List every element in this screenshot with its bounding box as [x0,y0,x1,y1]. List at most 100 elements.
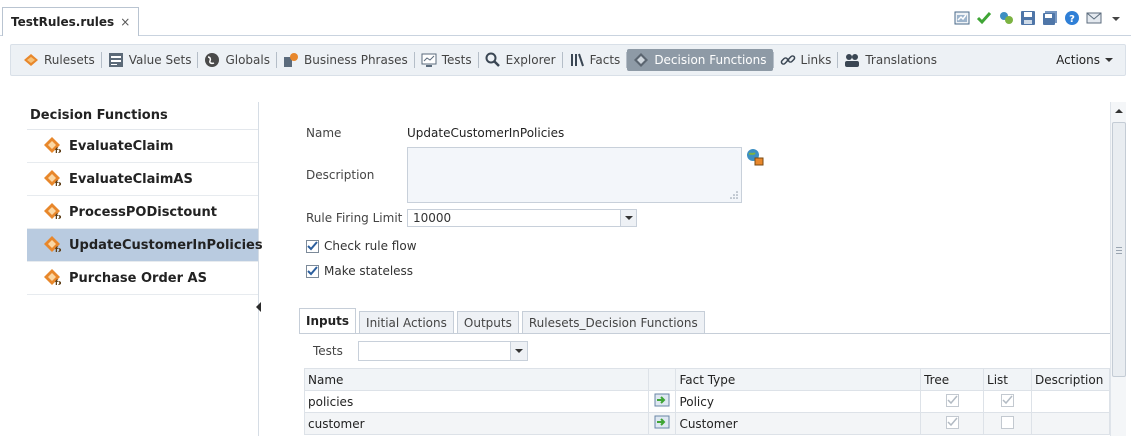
svg-text:fx: fx [55,213,61,220]
list-item[interactable]: fx EvaluateClaimAS [27,163,258,196]
table-row[interactable]: customer Customer [303,412,1111,435]
nav-globals[interactable]: Globals [198,49,276,71]
document-tab[interactable]: TestRules.rules × [2,7,140,36]
cell-action[interactable] [648,390,677,413]
help-icon[interactable]: ? [1063,9,1081,27]
svg-text:fx: fx [55,147,61,154]
decision-function-icon: fx [43,136,63,157]
resize-grip-icon[interactable] [730,191,738,199]
cell-tree [920,390,985,413]
svg-text:fx: fx [55,246,61,253]
users-settings-icon[interactable] [997,9,1015,27]
list-checkbox [1000,394,1014,407]
nav-value-sets[interactable]: Value Sets [102,49,198,71]
translations-icon [844,52,860,68]
collapse-panel-icon[interactable] [255,300,261,314]
column-header-action [648,368,677,391]
name-value[interactable]: UpdateCustomerInPolicies [407,126,564,140]
nav-decision-functions-label: Decision Functions [654,53,767,67]
thumb-grip [1116,253,1122,254]
nav-business-phrases-label: Business Phrases [303,53,408,67]
cell-name[interactable]: customer [303,412,650,435]
nav-translations[interactable]: Translations [838,49,943,71]
tree-checkbox [945,416,959,429]
chevron-down-icon [624,216,633,220]
tests-select[interactable] [357,341,528,361]
nav-decision-functions[interactable]: Decision Functions [627,49,773,71]
tests-row: Tests [313,341,528,361]
nav-value-sets-label: Value Sets [128,53,192,67]
document-tab-strip: TestRules.rules × ? [0,0,1131,36]
link-icon [780,52,796,68]
cell-fact-type[interactable]: Customer [675,412,922,435]
nav-rulesets[interactable]: Rulesets [17,49,101,71]
actions-menu[interactable]: Actions [1056,53,1113,67]
nav-links[interactable]: Links [774,49,838,71]
column-header-tree[interactable]: Tree [920,368,985,391]
description-field[interactable] [407,147,742,203]
check-rule-flow-checkbox[interactable]: Check rule flow [306,239,417,253]
chevron-down-icon[interactable] [1107,9,1125,27]
make-stateless-checkbox[interactable]: Make stateless [306,264,413,278]
close-tab-icon[interactable]: × [120,15,130,29]
translate-icon[interactable] [746,148,764,166]
subtab-divider [299,333,1110,334]
name-label: Name [306,126,342,140]
cell-description[interactable] [1030,412,1111,435]
nav-business-phrases[interactable]: Business Phrases [277,49,414,71]
validate-report-icon[interactable] [953,9,971,27]
cell-action[interactable] [648,412,677,435]
nav-globals-label: Globals [225,53,270,67]
firing-limit-select[interactable]: 10000 [407,209,637,227]
checkbox[interactable] [306,264,319,278]
dropdown-button[interactable] [620,210,636,226]
tab-outputs[interactable]: Outputs [456,311,519,333]
chevron-down-icon [514,349,523,353]
svg-text:?: ? [1069,14,1075,25]
fact-type-picker-icon[interactable] [654,415,670,429]
decision-function-icon: fx [43,235,63,256]
list-item-label: EvaluateClaim [69,138,174,154]
nav-facts-label: Facts [589,53,621,67]
vertical-scrollbar[interactable] [1110,102,1126,436]
decision-function-icon: fx [43,202,63,223]
cell-description[interactable] [1030,390,1111,413]
nav-tests[interactable]: Tests [415,49,478,71]
column-header-description[interactable]: Description [1030,368,1111,391]
dropdown-button[interactable] [509,342,527,360]
rules-navigation-bar: Rulesets Value Sets Globals Business Phr… [10,44,1126,76]
list-item-label: EvaluateClaimAS [69,171,193,187]
tab-rulesets-decision-functions[interactable]: Rulesets_Decision Functions [521,311,705,333]
nav-links-label: Links [800,53,832,67]
check-mark-icon[interactable] [975,9,993,27]
list-item-label: ProcessPODisctount [69,204,218,220]
column-header-fact-type[interactable]: Fact Type [675,368,922,391]
make-stateless-label: Make stateless [324,264,414,278]
list-item-selected[interactable]: fx UpdateCustomerInPolicies [27,229,263,262]
tab-inputs[interactable]: Inputs [299,308,357,333]
list-item[interactable]: fx EvaluateClaim [27,130,258,163]
save-icon[interactable] [1019,9,1037,27]
fact-type-picker-icon[interactable] [654,393,670,407]
table-row[interactable]: policies Policy [303,390,1111,413]
cell-name[interactable]: policies [303,390,650,413]
list-item-label: Purchase Order AS [69,270,207,286]
decision-function-icon: fx [43,169,63,190]
tab-initial-actions[interactable]: Initial Actions [359,311,454,333]
nav-rulesets-label: Rulesets [44,53,95,67]
nav-facts[interactable]: Facts [563,49,627,71]
thumb-grip [1116,250,1122,251]
save-all-icon[interactable] [1041,9,1059,27]
checkbox[interactable] [306,239,319,253]
column-header-name[interactable]: Name [303,368,650,391]
scroll-up-icon[interactable] [1114,106,1124,116]
document-toolbar: ? [953,9,1125,27]
cell-fact-type[interactable]: Policy [675,390,922,413]
nav-translations-label: Translations [865,53,937,67]
scrollbar-thumb[interactable] [1112,122,1126,377]
list-item[interactable]: fx ProcessPODisctount [27,196,258,229]
column-header-list[interactable]: List [983,368,1032,391]
email-icon[interactable] [1085,9,1103,27]
nav-explorer[interactable]: Explorer [479,49,562,71]
list-item[interactable]: fx Purchase Order AS [27,262,258,295]
